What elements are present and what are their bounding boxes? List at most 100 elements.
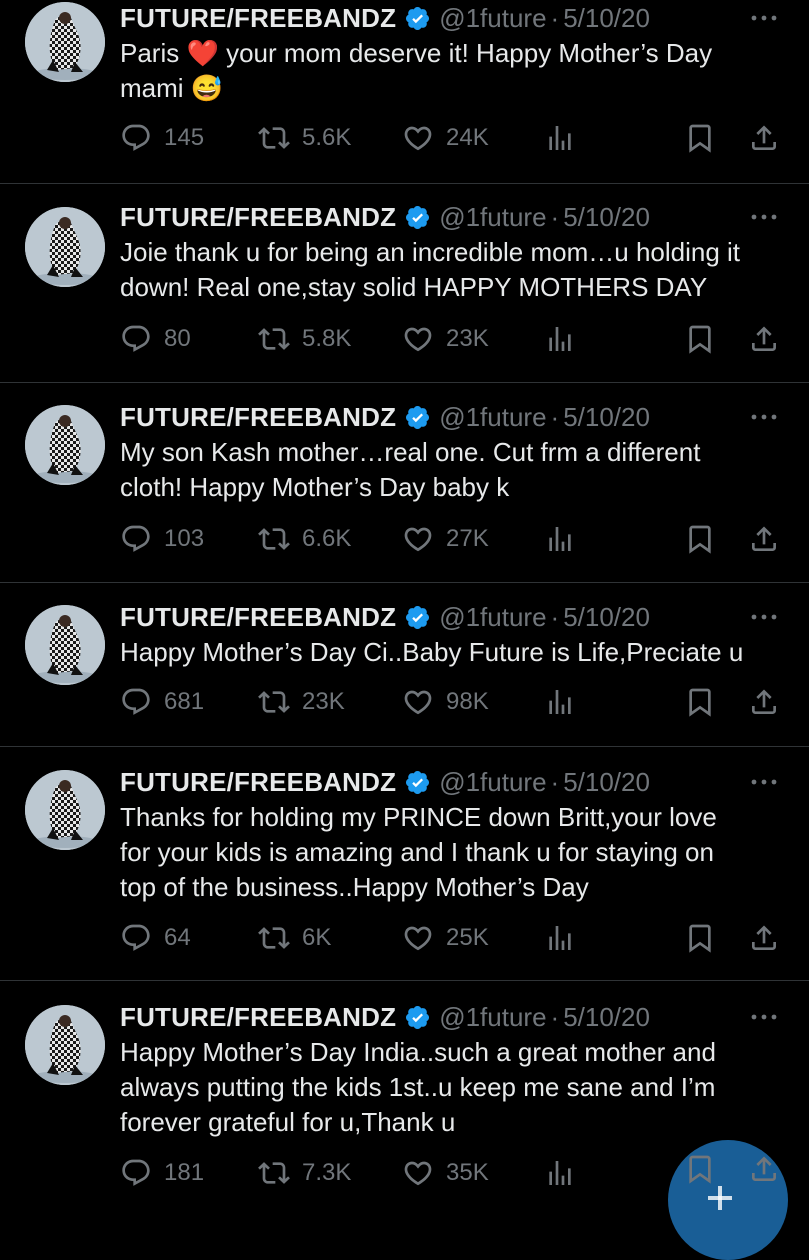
like-button[interactable]: 27K [402, 519, 489, 559]
reply-icon [120, 122, 152, 154]
like-button[interactable]: 35K [402, 1153, 489, 1193]
timestamp[interactable]: 5/10/20 [563, 1002, 650, 1033]
like-button[interactable]: 24K [402, 118, 489, 158]
reply-button[interactable]: 145 [120, 118, 204, 158]
more-options-icon[interactable] [749, 405, 779, 429]
share-button[interactable] [748, 682, 780, 722]
reply-button[interactable]: 64 [120, 918, 191, 958]
timestamp[interactable]: 5/10/20 [563, 602, 650, 633]
bookmark-icon [684, 323, 716, 355]
action-bar: 681 23K 98K [120, 682, 780, 722]
tweet[interactable]: FUTURE/FREEBANDZ @1future · 5/10/20 Joie… [0, 199, 809, 382]
like-button[interactable]: 23K [402, 319, 489, 359]
plus-icon [708, 1186, 732, 1210]
timestamp[interactable]: 5/10/20 [563, 767, 650, 798]
timestamp[interactable]: 5/10/20 [563, 402, 650, 433]
views-button[interactable] [544, 519, 576, 559]
reply-count: 80 [164, 325, 191, 352]
like-icon [402, 1157, 434, 1189]
avatar[interactable] [25, 1005, 105, 1085]
handle[interactable]: @1future [439, 202, 546, 233]
handle[interactable]: @1future [439, 602, 546, 633]
handle[interactable]: @1future [439, 3, 546, 34]
handle[interactable]: @1future [439, 1002, 546, 1033]
avatar[interactable] [25, 2, 105, 82]
views-button[interactable] [544, 319, 576, 359]
reply-button[interactable]: 80 [120, 319, 191, 359]
bookmark-button[interactable] [684, 118, 716, 158]
reply-button[interactable]: 181 [120, 1153, 204, 1193]
reply-icon [120, 922, 152, 954]
views-button[interactable] [544, 118, 576, 158]
reply-button[interactable]: 681 [120, 682, 204, 722]
share-icon[interactable] [748, 1153, 780, 1185]
reply-icon [120, 1157, 152, 1189]
repost-button[interactable]: 7.3K [258, 1153, 351, 1193]
repost-button[interactable]: 6K [258, 918, 331, 958]
share-button[interactable] [748, 918, 780, 958]
like-icon [402, 323, 434, 355]
avatar[interactable] [25, 405, 105, 485]
handle[interactable]: @1future [439, 402, 546, 433]
tweet-text-line: Thanks for holding my PRINCE down Britt,… [120, 802, 717, 832]
share-icon [748, 323, 780, 355]
tweet-text-line: mami [120, 73, 184, 103]
avatar[interactable] [25, 605, 105, 685]
bookmark-button[interactable] [684, 519, 716, 559]
action-bar: 103 6.6K 27K [120, 519, 780, 559]
repost-button[interactable]: 6.6K [258, 519, 351, 559]
bookmark-icon [684, 922, 716, 954]
reply-count: 103 [164, 525, 205, 552]
like-count: 23K [446, 325, 489, 352]
views-button[interactable] [544, 1153, 576, 1193]
reply-count: 145 [164, 124, 205, 151]
share-button[interactable] [748, 118, 780, 158]
repost-count: 5.8K [302, 325, 352, 352]
handle[interactable]: @1future [439, 767, 546, 798]
share-button[interactable] [748, 519, 780, 559]
like-button[interactable]: 25K [402, 918, 489, 958]
display-name[interactable]: FUTURE/FREEBANDZ [120, 402, 396, 433]
views-button[interactable] [544, 682, 576, 722]
views-button[interactable] [544, 918, 576, 958]
avatar[interactable] [25, 770, 105, 850]
verified-badge-icon [404, 404, 431, 431]
tweet-text-line: forever grateful for u,Thank u [120, 1107, 456, 1137]
reply-button[interactable]: 103 [120, 519, 204, 559]
views-icon [544, 523, 576, 555]
like-button[interactable]: 98K [402, 682, 489, 722]
repost-button[interactable]: 23K [258, 682, 345, 722]
timestamp[interactable]: 5/10/20 [563, 202, 650, 233]
more-options-icon[interactable] [749, 205, 779, 229]
avatar[interactable] [25, 207, 105, 287]
tweet[interactable]: FUTURE/FREEBANDZ @1future · 5/10/20 Pari… [0, 0, 809, 183]
tweet-text-line: for your kids is amazing and I thank u f… [120, 837, 714, 867]
separator: · [550, 601, 560, 632]
timestamp[interactable]: 5/10/20 [563, 3, 650, 34]
like-icon [402, 122, 434, 154]
divider [0, 382, 809, 383]
bookmark-button[interactable] [684, 918, 716, 958]
action-bar: 64 6K 25K [120, 918, 780, 958]
more-options-icon[interactable] [749, 605, 779, 629]
display-name[interactable]: FUTURE/FREEBANDZ [120, 1002, 396, 1033]
repost-button[interactable]: 5.8K [258, 319, 351, 359]
tweet[interactable]: FUTURE/FREEBANDZ @1future · 5/10/20 My s… [0, 399, 809, 582]
more-options-icon[interactable] [749, 6, 779, 30]
tweet[interactable]: FUTURE/FREEBANDZ @1future · 5/10/20 Than… [0, 764, 809, 980]
separator: · [550, 1001, 560, 1032]
display-name[interactable]: FUTURE/FREEBANDZ [120, 202, 396, 233]
share-button[interactable] [748, 319, 780, 359]
bookmark-button[interactable] [684, 319, 716, 359]
more-options-icon[interactable] [749, 770, 779, 794]
display-name[interactable]: FUTURE/FREEBANDZ [120, 3, 396, 34]
display-name[interactable]: FUTURE/FREEBANDZ [120, 767, 396, 798]
tweet-text: My son Kash mother…real one. Cut frm a d… [120, 435, 780, 505]
repost-count: 23K [302, 688, 345, 715]
more-options-icon[interactable] [749, 1005, 779, 1029]
tweet[interactable]: FUTURE/FREEBANDZ @1future · 5/10/20 Happ… [0, 599, 809, 746]
display-name[interactable]: FUTURE/FREEBANDZ [120, 602, 396, 633]
bookmark-button[interactable] [684, 682, 716, 722]
tweet-text-line: cloth! Happy Mother’s Day baby k [120, 472, 510, 502]
repost-button[interactable]: 5.6K [258, 118, 351, 158]
